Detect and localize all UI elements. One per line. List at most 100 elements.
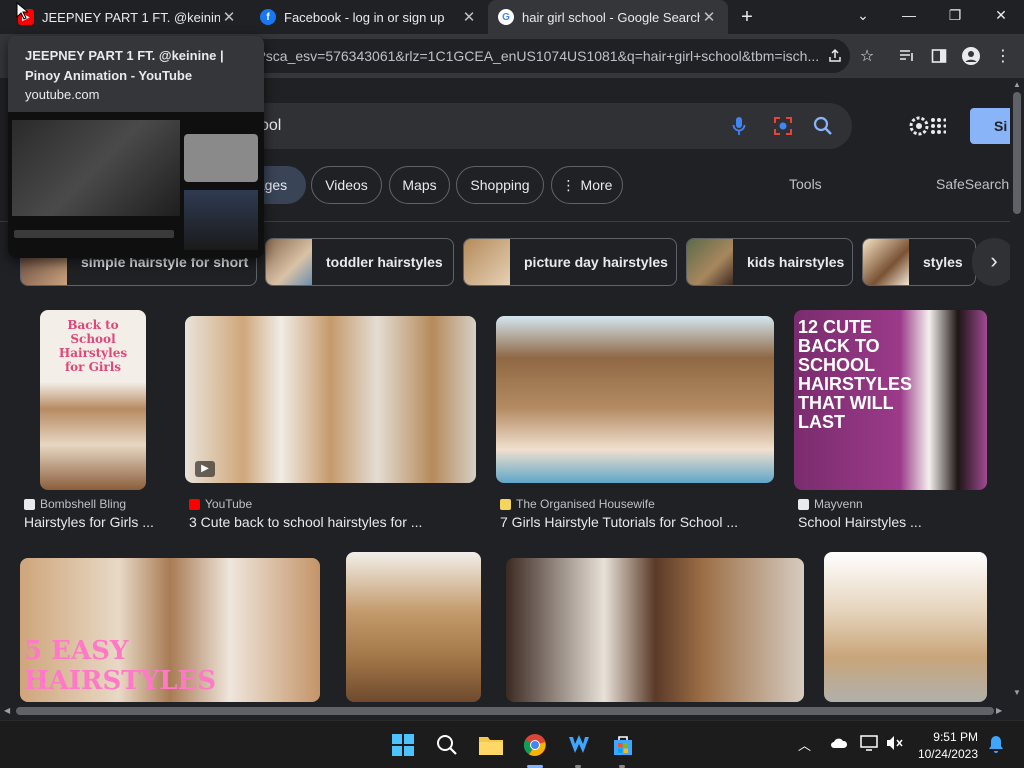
search-icon[interactable]	[812, 115, 834, 137]
chip-more[interactable]: ⋮ More	[551, 166, 623, 204]
result-source[interactable]: The Organised Housewife	[500, 497, 655, 511]
image-result[interactable]	[824, 552, 987, 702]
scroll-up-icon[interactable]: ▲	[1013, 80, 1021, 89]
suggestion-chip[interactable]: kids hairstyles	[686, 238, 853, 286]
file-explorer-icon[interactable]	[477, 731, 505, 759]
chip-shopping[interactable]: Shopping	[456, 166, 544, 204]
volume-muted-icon[interactable]	[886, 735, 904, 751]
source-name: YouTube	[205, 497, 253, 511]
minimize-icon[interactable]: —	[886, 0, 932, 30]
reading-list-icon[interactable]	[896, 45, 918, 67]
chip-videos[interactable]: Videos	[311, 166, 382, 204]
visual-studio-icon[interactable]	[565, 731, 593, 759]
image-result[interactable]: Back to School Hairstyles for Girls	[40, 310, 146, 490]
suggestion-chip[interactable]: toddler hairstyles	[265, 238, 454, 286]
tab-title: Facebook - log in or sign up	[284, 9, 445, 25]
lens-icon[interactable]	[772, 115, 794, 137]
microphone-icon[interactable]	[728, 115, 750, 137]
result-caption[interactable]: Hairstyles for Girls ...	[24, 514, 154, 530]
video-thumbnail	[184, 134, 258, 182]
image-result[interactable]	[496, 316, 774, 483]
notification-bell-icon[interactable]	[988, 735, 1004, 753]
source-favicon-icon	[24, 498, 35, 510]
menu-kebab-icon[interactable]: ⋮	[992, 45, 1014, 67]
source-favicon-icon	[798, 498, 809, 510]
source-name: Mayvenn	[814, 497, 863, 511]
chrome-icon[interactable]	[521, 731, 549, 759]
close-icon[interactable]: ✕	[460, 8, 478, 26]
result-caption[interactable]: School Hairstyles ...	[798, 514, 922, 530]
suggestion-chip[interactable]: picture day hairstyles	[463, 238, 677, 286]
windows-start-icon[interactable]	[389, 731, 417, 759]
result-source[interactable]: Bombshell Bling	[24, 497, 126, 511]
suggestion-thumbnail	[266, 239, 312, 285]
search-icon[interactable]	[433, 731, 461, 759]
restore-icon[interactable]: ❐	[932, 0, 978, 30]
scroll-down-icon[interactable]: ▼	[1013, 688, 1021, 697]
tab-title: hair girl school - Google Search	[522, 9, 700, 25]
image-result[interactable]	[346, 552, 481, 702]
hover-card-domain: youtube.com	[25, 87, 100, 102]
result-source[interactable]: YouTube	[189, 497, 252, 511]
chevron-up-icon[interactable]: ︿	[798, 735, 811, 754]
tab-google-search[interactable]: G hair girl school - Google Search ✕	[488, 0, 728, 34]
image-result[interactable]: ▶	[185, 316, 476, 483]
video-controls	[14, 230, 174, 238]
suggestion-thumbnail	[863, 239, 909, 285]
tab-facebook[interactable]: f Facebook - log in or sign up ✕	[250, 0, 488, 34]
image-overlay-text: Back to School Hairstyles for Girls	[58, 318, 128, 374]
scroll-right-icon[interactable]: ▶	[996, 706, 1002, 715]
display-icon[interactable]	[860, 735, 878, 751]
new-tab-button[interactable]: +	[736, 6, 758, 28]
tools-link[interactable]: Tools	[789, 176, 822, 192]
suggestion-thumbnail	[687, 239, 733, 285]
side-panel-icon[interactable]	[928, 45, 950, 67]
search-input[interactable]: ool	[246, 103, 852, 149]
url-text: ?sca_esv=576343061&rlz=1C1GCEA_enUS1074U…	[258, 48, 820, 64]
source-name: The Organised Housewife	[516, 497, 655, 511]
video-play-icon: ▶	[195, 461, 215, 477]
suggestion-label: kids hairstyles	[747, 254, 845, 270]
result-caption[interactable]: 3 Cute back to school hairstyles for ...	[189, 514, 422, 530]
tab-youtube[interactable]: ▶ JEEPNEY PART 1 FT. @keinine | Pinoy An…	[8, 0, 248, 34]
scroll-left-icon[interactable]: ◀	[4, 706, 10, 715]
settings-gear-icon[interactable]	[908, 114, 947, 138]
close-icon[interactable]: ✕	[700, 8, 718, 26]
video-thumbnail	[184, 190, 258, 250]
safesearch-link[interactable]: SafeSearch	[936, 176, 1009, 192]
chip-maps[interactable]: Maps	[389, 166, 450, 204]
suggestion-label: picture day hairstyles	[524, 254, 668, 270]
address-bar[interactable]: ?sca_esv=576343061&rlz=1C1GCEA_enUS1074U…	[238, 39, 850, 73]
image-result[interactable]	[506, 558, 804, 702]
close-icon[interactable]: ✕	[220, 8, 238, 26]
mouse-cursor-icon	[16, 1, 30, 25]
result-source[interactable]: Mayvenn	[798, 497, 863, 511]
youtube-icon	[189, 498, 200, 510]
clock-time[interactable]: 9:51 PM	[914, 730, 978, 744]
hover-card-thumbnail	[8, 112, 264, 258]
source-name: Bombshell Bling	[40, 497, 127, 511]
horizontal-scrollbar[interactable]: ◀ ▶	[0, 702, 1010, 720]
source-favicon-icon	[500, 498, 511, 510]
suggestion-label: toddler hairstyles	[326, 254, 443, 270]
chevron-right-icon[interactable]: ›	[972, 238, 1010, 286]
image-result[interactable]: 12 CUTE BACK TO SCHOOL HAIRSTYLES THAT W…	[794, 310, 987, 490]
suggestion-chip[interactable]: styles	[862, 238, 976, 286]
profile-icon[interactable]	[960, 45, 982, 67]
hover-card-title: JEEPNEY PART 1 FT. @keinine | Pinoy Anim…	[25, 48, 224, 83]
tab-search-icon[interactable]: ⌄	[840, 0, 886, 30]
facebook-icon: f	[260, 9, 276, 25]
share-icon[interactable]	[824, 45, 846, 67]
vertical-scrollbar[interactable]: ▲ ▼	[1010, 78, 1024, 702]
microsoft-store-icon[interactable]	[609, 731, 637, 759]
clock-date[interactable]: 10/24/2023	[906, 747, 978, 761]
close-window-icon[interactable]: ✕	[978, 0, 1024, 30]
onedrive-cloud-icon[interactable]	[830, 736, 848, 750]
image-result[interactable]: 5 EASY HAIRSTYLES	[20, 558, 320, 702]
sign-in-button[interactable]: Si	[970, 108, 1010, 144]
windows-taskbar: ︿ 9:51 PM 10/24/2023	[0, 720, 1024, 768]
scrollbar-thumb[interactable]	[1013, 92, 1021, 214]
scrollbar-thumb[interactable]	[16, 707, 994, 715]
bookmark-star-icon[interactable]: ☆	[856, 45, 878, 67]
result-caption[interactable]: 7 Girls Hairstyle Tutorials for School .…	[500, 514, 738, 530]
